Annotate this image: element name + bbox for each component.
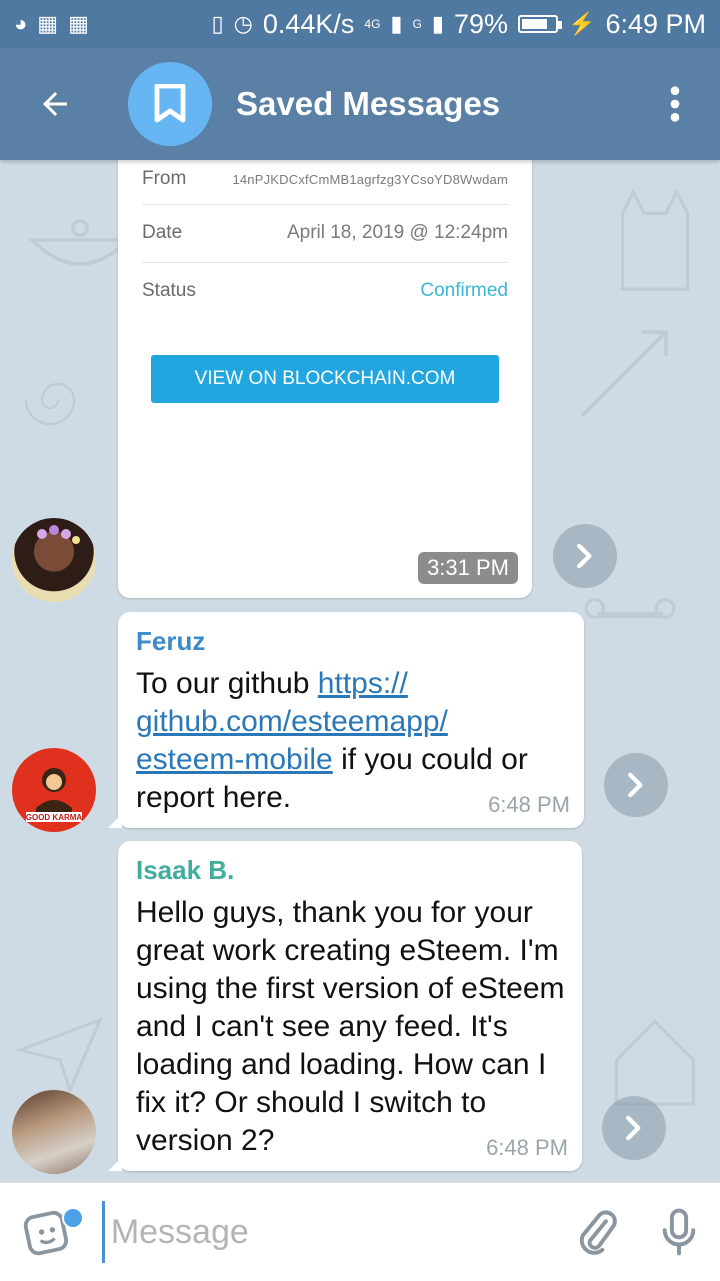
app-grid-icon-2: ▦	[68, 11, 89, 36]
charging-icon: ⚡	[568, 11, 596, 36]
tx-from-label: From	[142, 168, 187, 189]
message-bubble[interactable]: Isaak B. Hello guys, thank you for your …	[108, 841, 582, 1171]
forward-button[interactable]	[602, 1096, 666, 1160]
tx-date-value: April 18, 2019 @ 12:24pm	[286, 222, 508, 243]
more-menu-button[interactable]	[630, 48, 720, 160]
message-sender[interactable]: Isaak B.	[136, 855, 566, 886]
good-karma-logo-icon: GOOD KARMA	[26, 768, 83, 822]
message-time: 6:48 PM	[486, 1135, 568, 1160]
attach-button[interactable]	[556, 1183, 638, 1281]
sender-avatar[interactable]	[12, 518, 96, 602]
app-grid-icon: ▦	[37, 11, 59, 36]
doodle-plane-icon	[14, 1017, 103, 1095]
tx-date-row: Date April 18, 2019 @ 12:24pm	[142, 204, 508, 263]
more-vertical-icon	[670, 86, 680, 122]
tx-status-label: Status	[142, 280, 196, 301]
chevron-right-icon	[626, 1115, 641, 1141]
status-bar: ◕ ▦ ▦ ▯ ◷ 0.44K/s 4G ▮ G ▮ 79% ⚡ 6:49 PM	[0, 0, 720, 48]
avatar-label: GOOD KARMA	[26, 813, 83, 822]
link-line-1: https://	[317, 667, 408, 700]
network-speed: 0.44K/s	[262, 8, 355, 39]
battery-percent: 79%	[453, 8, 509, 39]
transaction-image-bubble[interactable]: From 14nPJKDCxfCmMB1agrfzg3YCsoYD8Wwdam …	[118, 160, 532, 598]
bubble-tail	[108, 1157, 122, 1171]
tx-from-value: 14nPJKDCxfCmMB1agrfzg3YCsoYD8Wwdam	[232, 171, 508, 187]
arrow-left-icon	[43, 92, 67, 116]
chevron-right-icon	[628, 772, 643, 798]
doodle-cat-icon	[620, 188, 690, 291]
message-text: Hello guys, thank you for your great wor…	[136, 896, 565, 1157]
message-time: 3:31 PM	[418, 552, 518, 584]
app-bar: Saved Messages	[0, 48, 720, 160]
microphone-button[interactable]	[638, 1183, 720, 1281]
message-sender[interactable]: Feruz	[136, 626, 568, 657]
bookmark-icon	[154, 84, 186, 123]
clock: 6:49 PM	[605, 8, 706, 39]
tx-date-label: Date	[142, 222, 183, 243]
flower-crown-icon	[37, 525, 80, 544]
message-bubble[interactable]: Feruz To our github https:// github.com/e…	[108, 612, 584, 828]
forward-button[interactable]	[604, 753, 668, 817]
link-line-2: github.com/esteemapp/	[136, 705, 448, 738]
sender-avatar[interactable]: GOOD KARMA	[12, 748, 96, 832]
network-type: 4G	[364, 17, 381, 31]
doodle-arrow-icon	[580, 330, 668, 418]
signal-icon: ▮	[390, 11, 403, 36]
paperclip-icon	[579, 1210, 617, 1255]
link-line-3: esteem-mobile	[136, 743, 333, 776]
microphone-icon	[662, 1208, 696, 1256]
sticker-notification-dot	[62, 1207, 84, 1229]
chat-avatar[interactable]	[128, 62, 212, 146]
sim2-type: G	[412, 17, 422, 31]
message-text-before: To our github	[136, 667, 318, 700]
chat-area[interactable]: From 14nPJKDCxfCmMB1agrfzg3YCsoYD8Wwdam …	[0, 160, 720, 1182]
back-button[interactable]	[0, 48, 110, 160]
message-input[interactable]	[101, 1201, 556, 1263]
battery-icon	[518, 15, 563, 33]
sticker-button[interactable]	[0, 1183, 94, 1281]
notification-icon: ◕	[14, 11, 28, 36]
message-time: 6:48 PM	[488, 792, 570, 817]
chevron-right-icon	[577, 543, 592, 569]
tx-status-row: Status Confirmed	[142, 262, 508, 320]
forward-button[interactable]	[553, 524, 617, 588]
bubble-tail	[108, 814, 122, 828]
alarm-icon: ◷	[233, 11, 253, 36]
view-on-blockchain-button: VIEW ON BLOCKCHAIN.COM	[151, 355, 499, 403]
vibrate-icon: ▯	[211, 11, 224, 36]
message-input-bar	[0, 1182, 720, 1281]
tx-status-value: Confirmed	[420, 280, 508, 301]
sender-avatar[interactable]	[12, 1090, 96, 1174]
page-title[interactable]: Saved Messages	[236, 85, 500, 123]
doodle-spiral-icon	[24, 382, 76, 426]
signal-icon-2: ▮	[431, 11, 444, 36]
tx-from-row: From 14nPJKDCxfCmMB1agrfzg3YCsoYD8Wwdam	[142, 160, 508, 205]
